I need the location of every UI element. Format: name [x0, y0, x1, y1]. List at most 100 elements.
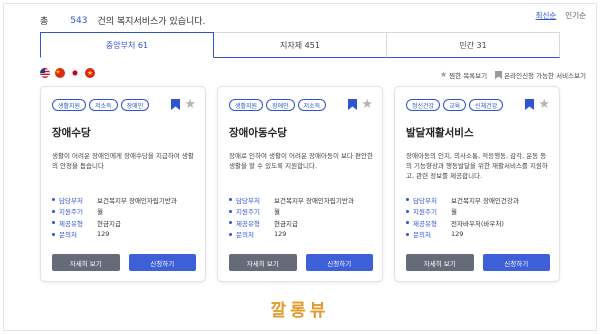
card-description: 장애로 인하여 생활이 어려운 장애아동이 보다 편안한 생활을 할 수 있도록… — [229, 152, 373, 170]
bullet-icon — [406, 232, 409, 236]
online-application-label: 온라인신청 가능한 서비스보기 — [504, 72, 586, 80]
info-row: 지원주기 월 — [229, 206, 373, 218]
info-value: 현금지급 — [274, 219, 298, 228]
language-flags — [40, 68, 95, 78]
bullet-icon — [229, 221, 232, 225]
bullet-icon — [229, 198, 232, 202]
info-key: 문의처 — [413, 231, 431, 240]
tab-local-government[interactable]: 지자체 451 — [214, 32, 387, 58]
tab-private[interactable]: 민간 31 — [387, 32, 560, 58]
info-value: 전자바우처(바우처) — [451, 219, 504, 228]
bullet-icon — [406, 198, 409, 202]
card-tag[interactable]: 생활지원 — [52, 99, 87, 111]
card-info-list: 담당부처 보건복지부 장애인자립기반과 지원주기 월 제공유형 현금지급 문의처 129 — [52, 194, 196, 240]
card-tag[interactable]: 저소득 — [89, 99, 118, 111]
japan-flag-icon[interactable] — [70, 68, 80, 78]
summary-prefix: 총 — [40, 17, 49, 27]
service-card: 정신건강 교육 신체건강 ★ 발달재활서비스 장애아동의 인지, 의사소통, 적… — [394, 86, 560, 282]
info-row: 문의처 129 — [406, 229, 550, 241]
info-row: 지원주기 월 — [52, 206, 196, 218]
service-card: 생활지원 저소득 장애인 ★ 장애수당 생활이 어려운 장애인에게 장애수당을 … — [40, 86, 206, 282]
star-icon[interactable]: ★ — [184, 98, 196, 111]
info-value: 보건복지부 장애인건강과 — [451, 196, 519, 205]
bookmark-icon — [495, 71, 503, 79]
info-row: 담당부처 보건복지부 장애인자립기반과 — [229, 194, 373, 206]
vietnam-flag-icon[interactable] — [85, 68, 95, 78]
info-value: 보건복지부 장애인자립기반과 — [274, 196, 354, 205]
info-key: 지원주기 — [236, 208, 260, 217]
card-actions: 자세히 보기 신청하기 — [406, 254, 550, 271]
info-value: 월 — [274, 208, 280, 217]
info-value: 129 — [97, 230, 110, 239]
card-tag[interactable]: 장애인 — [120, 99, 150, 111]
star-icon[interactable]: ★ — [538, 98, 550, 111]
bookmark-icon[interactable] — [348, 99, 358, 110]
info-value: 현금지급 — [97, 219, 121, 228]
bullet-icon — [52, 221, 55, 225]
card-tag[interactable]: 생활지원 — [229, 99, 264, 111]
online-application-toggle[interactable]: 온라인신청 가능한 서비스보기 — [495, 70, 586, 80]
star-icon: ★ — [440, 70, 448, 79]
china-flag-icon[interactable] — [55, 68, 65, 78]
info-row: 제공유형 현금지급 — [229, 217, 373, 229]
detail-button[interactable]: 자세히 보기 — [406, 254, 474, 271]
info-key: 제공유형 — [413, 219, 437, 228]
result-count: 543 — [70, 15, 88, 26]
info-key: 담당부처 — [413, 196, 437, 205]
card-actions: 자세히 보기 신청하기 — [229, 254, 373, 271]
info-row: 문의처 129 — [52, 229, 196, 241]
info-key: 문의처 — [236, 231, 254, 240]
card-tag[interactable]: 저소득 — [297, 99, 327, 111]
info-row: 담당부처 보건복지부 장애인건강과 — [406, 194, 550, 206]
info-row: 제공유형 전자바우처(바우처) — [406, 217, 550, 229]
bullet-icon — [52, 232, 55, 236]
info-row: 지원주기 월 — [406, 206, 550, 218]
info-key: 지원주기 — [413, 208, 437, 217]
us-flag-icon[interactable] — [40, 68, 50, 78]
card-icons: ★ — [348, 98, 373, 111]
card-icons: ★ — [171, 98, 196, 111]
info-value: 129 — [451, 230, 464, 239]
bullet-icon — [229, 209, 232, 213]
card-tag[interactable]: 정신건강 — [406, 99, 441, 111]
sort-latest-link[interactable]: 최신순 — [536, 10, 557, 21]
info-key: 담당부처 — [236, 196, 260, 205]
info-key: 담당부처 — [59, 196, 83, 205]
detail-button[interactable]: 자세히 보기 — [52, 254, 120, 271]
apply-button[interactable]: 신청하기 — [482, 254, 550, 271]
bullet-icon — [406, 221, 409, 225]
card-tag[interactable]: 신체건강 — [469, 99, 504, 111]
sort-options: 최신순 인기순 — [536, 10, 586, 21]
info-row: 문의처 129 — [229, 229, 373, 241]
sort-popular-link[interactable]: 인기순 — [565, 10, 586, 21]
info-row: 제공유형 현금지급 — [52, 217, 196, 229]
card-tag[interactable]: 장애인 — [266, 99, 295, 111]
card-icons: ★ — [525, 98, 550, 111]
favorite-list-toggle[interactable]: ★ 찜한 목록보기 — [440, 70, 487, 81]
result-summary: 총 543 건의 복지서비스가 있습니다. — [40, 14, 206, 28]
bullet-icon — [229, 232, 232, 236]
star-icon[interactable]: ★ — [361, 98, 373, 111]
bullet-icon — [52, 198, 55, 202]
info-key: 제공유형 — [236, 219, 260, 228]
info-key: 제공유형 — [59, 219, 83, 228]
apply-button[interactable]: 신청하기 — [128, 254, 196, 271]
card-title: 장애수당 — [52, 127, 91, 139]
card-title: 장애아동수당 — [229, 127, 287, 139]
apply-button[interactable]: 신청하기 — [305, 254, 373, 271]
card-description: 생활이 어려운 장애인에게 장애수당을 지급하여 생활의 안정을 돕습니다 — [52, 152, 194, 170]
info-value: 월 — [97, 208, 103, 217]
bullet-icon — [52, 209, 55, 213]
bookmark-icon[interactable] — [171, 99, 181, 110]
info-key: 지원주기 — [59, 208, 83, 217]
service-card: 생활지원 장애인 저소득 ★ 장애아동수당 장애로 인하여 생활이 어려운 장애… — [217, 86, 383, 282]
card-tag[interactable]: 교육 — [443, 99, 467, 111]
tab-central-ministry[interactable]: 중앙부처 61 — [40, 32, 214, 58]
summary-suffix: 건의 복지서비스가 있습니다. — [97, 17, 206, 27]
bookmark-icon[interactable] — [525, 99, 535, 110]
detail-button[interactable]: 자세히 보기 — [229, 254, 297, 271]
info-value: 129 — [274, 230, 287, 239]
card-title: 발달재활서비스 — [406, 127, 474, 139]
info-value: 보건복지부 장애인자립기반과 — [97, 196, 177, 205]
info-row: 담당부처 보건복지부 장애인자립기반과 — [52, 194, 196, 206]
